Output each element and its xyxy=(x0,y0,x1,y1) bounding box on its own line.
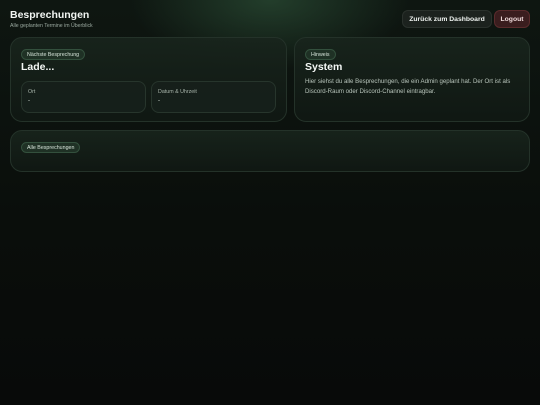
hint-card: Hinweis System Hier siehst du alle Bespr… xyxy=(294,37,530,122)
page-subtitle: Alle geplanten Termine im Überblick xyxy=(10,22,93,29)
datetime-value: - xyxy=(158,98,160,104)
page-header: Besprechungen Alle geplanten Termine im … xyxy=(10,9,530,31)
location-label: Ort xyxy=(28,89,36,95)
all-meetings-chip: Alle Besprechungen xyxy=(21,142,81,153)
location-box: Ort - xyxy=(21,81,146,113)
next-meeting-chip: Nächste Besprechung xyxy=(21,49,86,60)
back-to-dashboard-button[interactable]: Zurück zum Dashboard xyxy=(402,10,492,28)
all-meetings-card: Alle Besprechungen xyxy=(10,130,530,172)
datetime-label: Datum & Uhrzeit xyxy=(158,89,197,95)
next-meeting-title: Lade... xyxy=(21,61,55,73)
datetime-box: Datum & Uhrzeit - xyxy=(151,81,276,113)
page-title: Besprechungen xyxy=(10,9,90,21)
hint-text: Hier siehst du alle Besprechungen, die e… xyxy=(305,78,511,95)
next-meeting-card: Nächste Besprechung Lade... Ort - Datum … xyxy=(10,37,287,122)
hint-title: System xyxy=(305,61,343,73)
logout-button[interactable]: Logout xyxy=(494,10,530,28)
location-value: - xyxy=(28,98,30,104)
hint-chip: Hinweis xyxy=(305,49,336,60)
